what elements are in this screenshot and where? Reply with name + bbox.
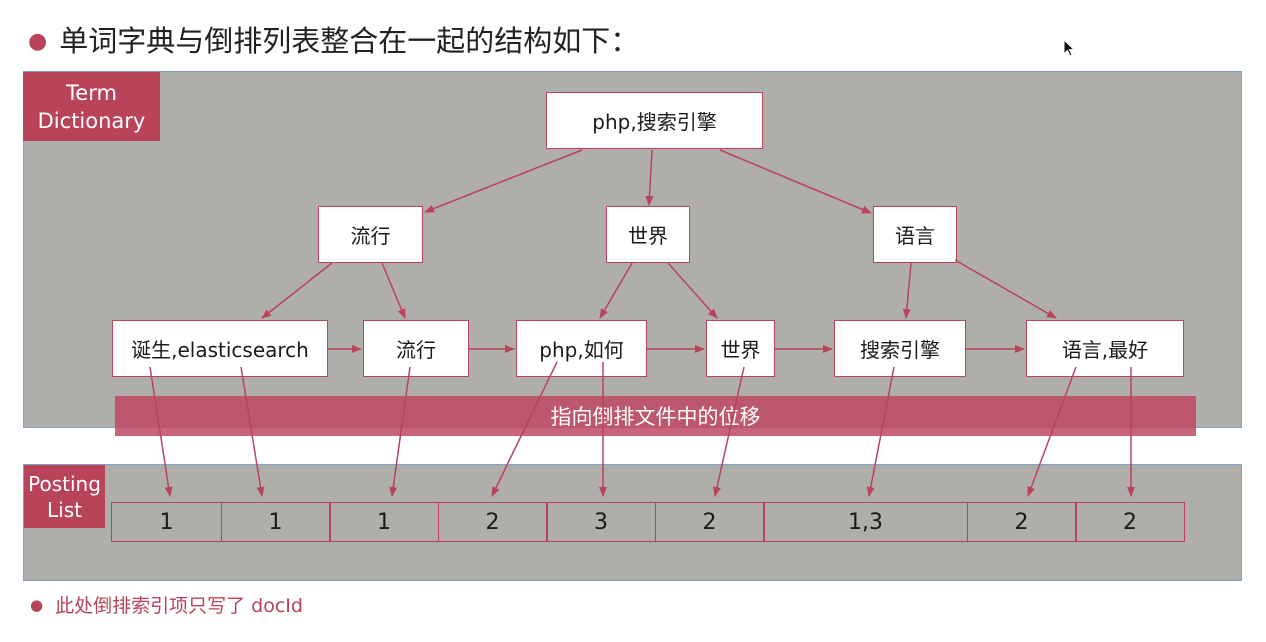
footnote: ● 此处倒排索引项只写了 docId [30,591,303,618]
tree-arrow [667,262,718,319]
posting-pointer-arrow [240,366,265,497]
tree-arrow [381,262,406,319]
tree-arrow [719,149,872,214]
mouse-cursor-icon [1063,39,1075,57]
connector-arrows [149,149,1135,497]
footnote-text: 此处倒排索引项只写了 docId [55,595,303,617]
bullet-dot: ● [30,596,44,614]
posting-pointer-arrow [1027,366,1077,497]
posting-pointer-arrow [149,366,173,497]
tree-arrow [599,262,633,319]
tree-arrow [261,262,333,319]
tree-arrow [424,149,583,213]
tree-arrow [902,262,912,319]
posting-pointer-arrow [866,366,895,497]
posting-pointer-arrow [389,366,411,497]
posting-pointer-arrow [713,366,745,497]
tree-arrow [645,149,654,206]
tree-arrow [954,259,1057,319]
posting-pointer-arrow [491,361,558,497]
